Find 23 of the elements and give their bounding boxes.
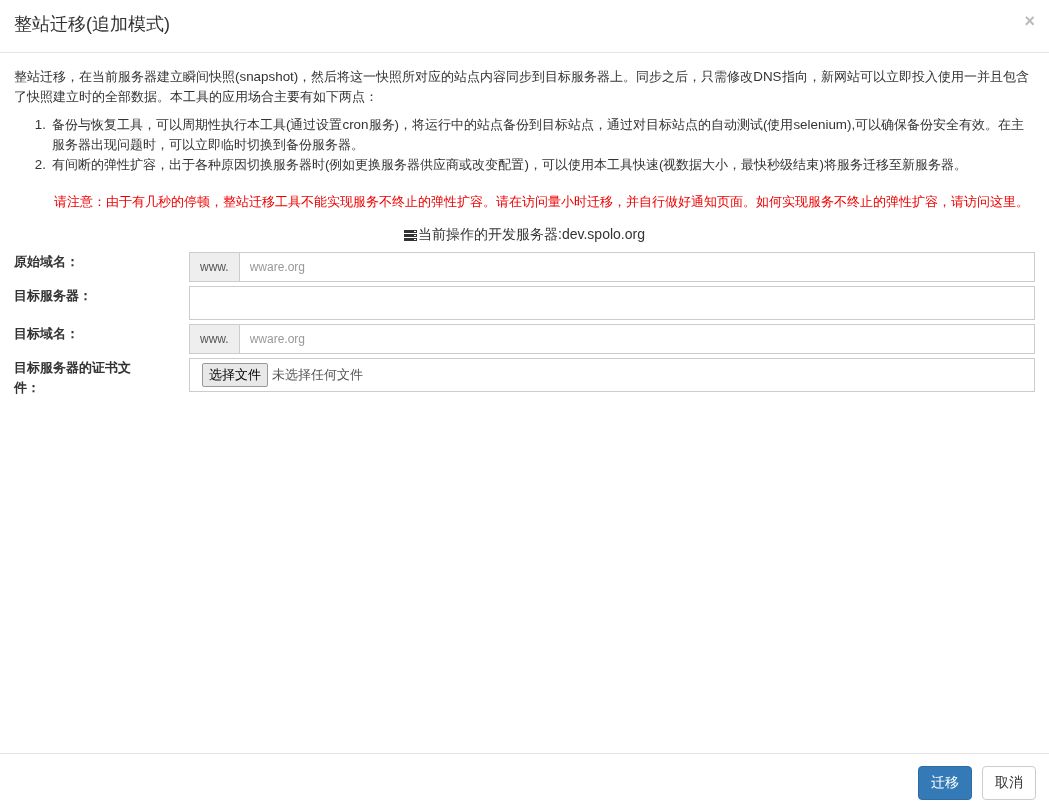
cancel-button[interactable]: 取消 <box>982 765 1036 800</box>
file-field[interactable]: 选择文件 未选择任何文件 <box>189 358 1035 392</box>
server-text: 当前操作的开发服务器:dev.spolo.org <box>418 226 645 244</box>
field-label: 目标域名： <box>14 325 80 343</box>
server-field[interactable] <box>189 286 1035 320</box>
field-label: 目标服务器的证书文件： <box>14 359 132 397</box>
field-label: 原始域名： <box>14 253 80 271</box>
list-item-text: 备份与恢复工具，可以周期性执行本工具(通过设置cron服务)，将运行中的站点备份到目标站点，通过对目标站点的自动测试(使用selenium),可以确保备份安全有效。在主服务器出现问题时，可以立即临时切换到备份服务器。 <box>52 116 1026 154</box>
warning-text: 请注意：由于有几秒的停顿，整站迁移工具不能实现服务不终止的弹性扩容。请在访问量小时迁移，并自行做好通知页面。如何实现服务不终止的弹性扩容，请访问这里。 <box>54 193 1030 211</box>
list-number: 1. <box>33 116 46 134</box>
migrate-button[interactable]: 迁移 <box>918 765 972 800</box>
domain-field[interactable]: wware.org <box>239 252 1035 282</box>
intro-text: 整站迁移，在当前服务器建立瞬间快照(snapshot)，然后将这一快照所对应的站点内容同步到目标服务器上。同步之后，只需修改DNS指向，新网站可以立即投入使用一并且包含了快照建立时的全部数据。本工具的应用场合主要有如下两点： <box>14 68 1030 106</box>
input-prefix: www. <box>189 252 240 282</box>
file-status: 未选择任何文件 <box>272 366 363 384</box>
list-item-text: 有间断的弹性扩容，出于各种原因切换服务器时(例如更换服务器供应商或改变配置)，可以使用本工具快速(视数据大小，最快秒级结束)将服务迁移至新服务器。 <box>52 156 967 174</box>
domain-field[interactable]: wware.org <box>239 324 1035 354</box>
field-label: 目标服务器： <box>14 287 93 305</box>
dialog-title: 整站迁移(追加模式) <box>14 13 170 36</box>
input-prefix: www. <box>189 324 240 354</box>
server-icon <box>404 229 418 241</box>
choose-file-button[interactable]: 选择文件 <box>202 363 268 387</box>
list-number: 2. <box>33 156 46 174</box>
